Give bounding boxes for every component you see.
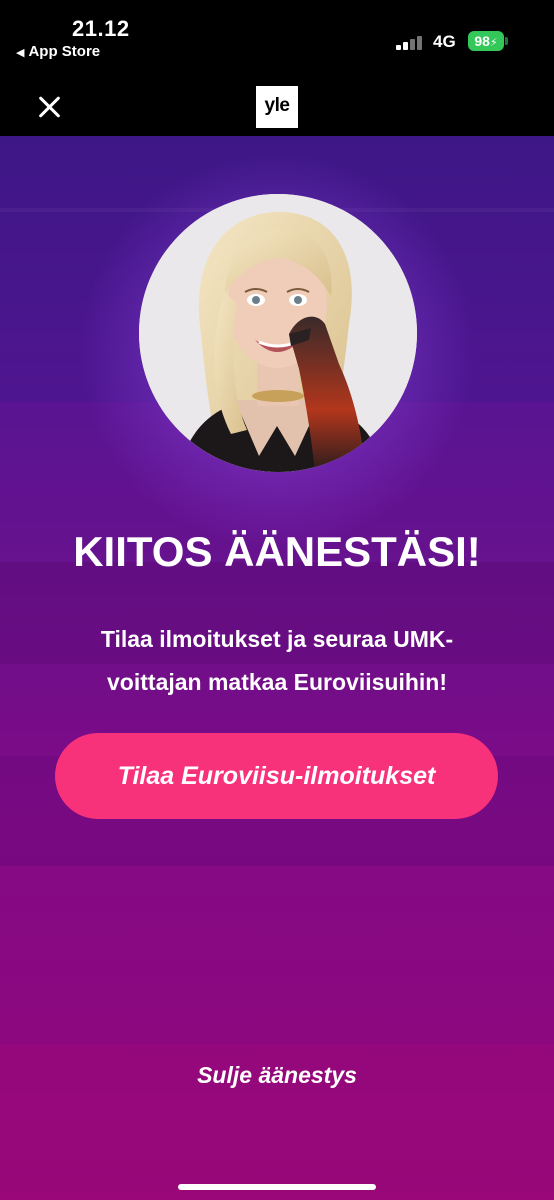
page-title: KIITOS ÄÄNESTÄSI! [73,528,481,575]
charging-bolt-icon: ⚡ [489,37,498,49]
artist-portrait-image [139,194,417,472]
battery-level: 98 [474,33,490,49]
status-time: 21.12 [72,16,130,41]
close-voting-area: Sulje äänestys [0,1044,554,1200]
network-type: 4G [433,32,456,51]
back-app-label: App Store [28,43,101,60]
cellular-signal-icon [396,36,426,50]
screen: 21.12 ◀ App Store 4G 98⚡ yle KIITOS ÄÄNE… [0,0,554,1200]
app-header: yle [0,78,554,136]
artist-portrait [139,194,417,472]
subscribe-notifications-button[interactable]: Tilaa Euroviisu-ilmoitukset [55,733,498,819]
home-indicator[interactable] [178,1184,376,1190]
status-bar: 21.12 ◀ App Store 4G 98⚡ [0,0,554,78]
subtitle-text: Tilaa ilmoitukset ja seuraa UMK-voittaja… [100,626,454,695]
yle-logo: yle [256,86,298,128]
vote-confirmation-panel: KIITOS ÄÄNESTÄSI! Tilaa ilmoitukset ja s… [0,136,554,1200]
close-icon[interactable] [36,93,64,121]
back-to-app-store-link[interactable]: ◀ App Store [16,43,100,60]
battery-icon: 98⚡ [468,31,504,51]
close-voting-button[interactable]: Sulje äänestys [0,1062,554,1089]
battery-cap [505,37,508,45]
back-arrow-icon: ◀ [16,47,25,59]
